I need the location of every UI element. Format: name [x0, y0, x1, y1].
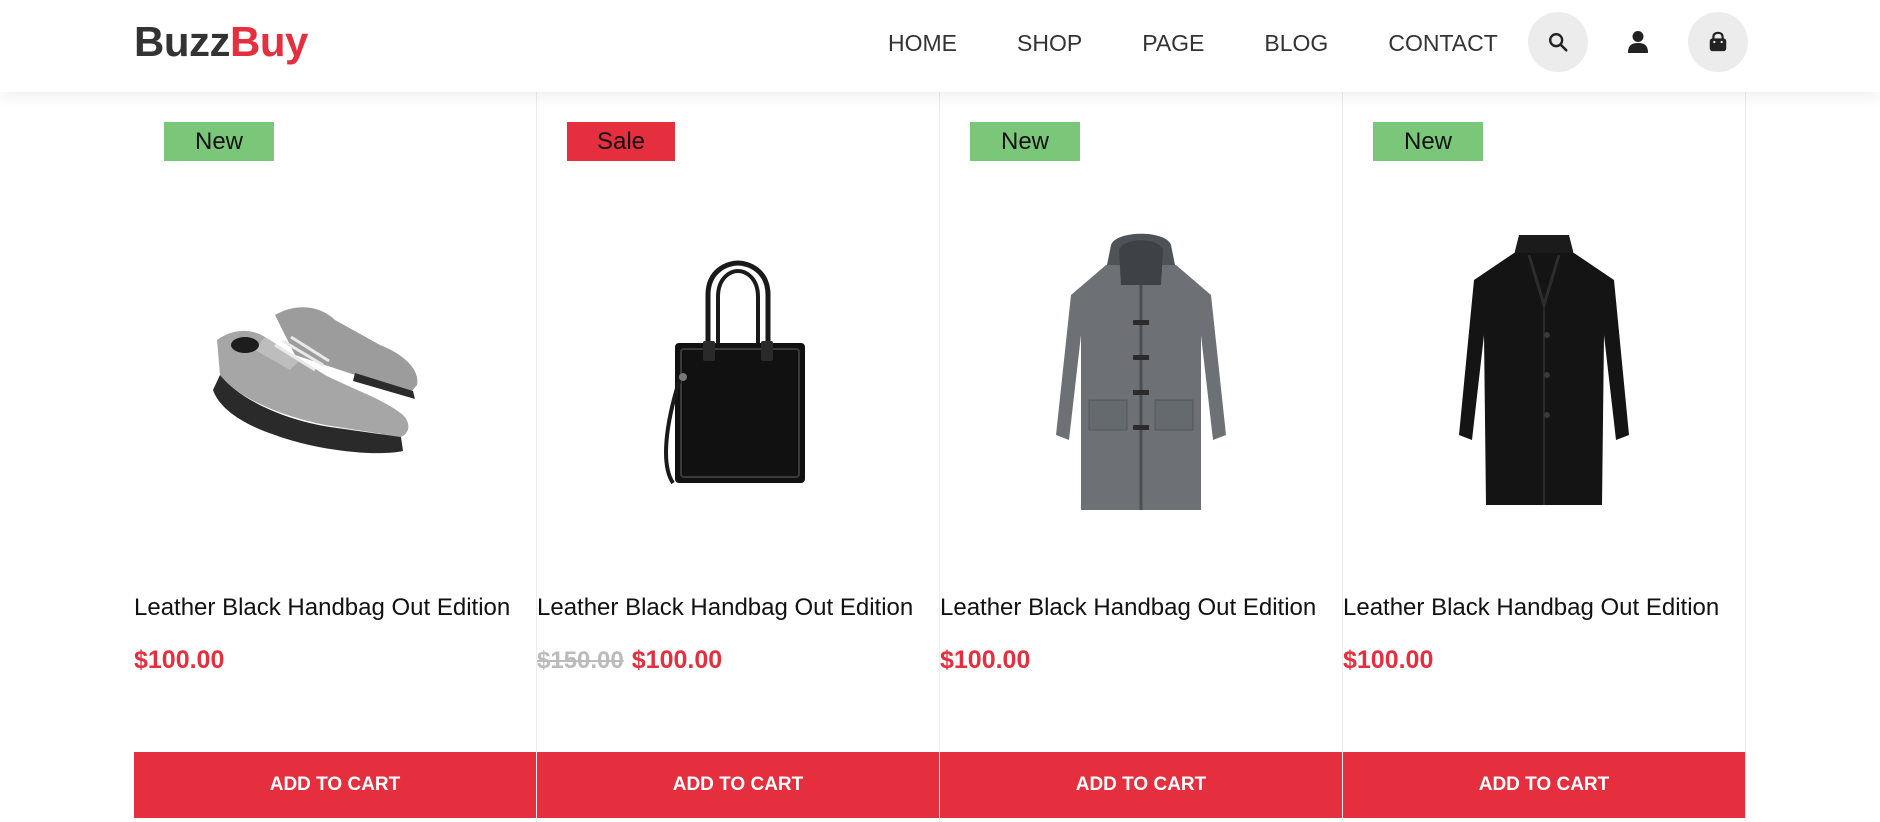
product-title[interactable]: Leather Black Handbag Out Edition	[537, 594, 913, 622]
badge-new: New	[1373, 122, 1483, 161]
product-price: $150.00 $100.00	[537, 646, 722, 675]
account-button[interactable]	[1608, 12, 1668, 72]
product-card[interactable]: New Leather Black Handbag Out Edition $1…	[134, 92, 537, 822]
product-price: $100.00	[134, 646, 224, 675]
shopping-bag-icon	[1709, 31, 1727, 52]
nav-blog[interactable]: BLOG	[1264, 30, 1328, 57]
add-to-cart-button[interactable]: ADD TO CART	[537, 752, 939, 818]
product-image[interactable]	[940, 170, 1342, 580]
product-title[interactable]: Leather Black Handbag Out Edition	[940, 594, 1316, 622]
header-actions	[1528, 12, 1748, 72]
cart-button[interactable]	[1688, 12, 1748, 72]
brand-logo[interactable]: BuzzBuy	[134, 18, 308, 66]
badge-new: New	[164, 122, 274, 161]
sneakers-image	[213, 307, 418, 454]
add-to-cart-button[interactable]: ADD TO CART	[134, 752, 536, 818]
overcoat-image	[1459, 235, 1629, 505]
search-icon	[1549, 33, 1568, 52]
search-button[interactable]	[1528, 12, 1588, 72]
add-to-cart-button[interactable]: ADD TO CART	[940, 752, 1342, 818]
current-price: $100.00	[134, 646, 225, 674]
product-title[interactable]: Leather Black Handbag Out Edition	[134, 594, 510, 622]
current-price: $100.00	[940, 646, 1031, 674]
current-price: $100.00	[1343, 646, 1434, 674]
product-image[interactable]	[537, 170, 939, 580]
product-card[interactable]: New Leather Black Handbag Out Edition $1…	[1343, 92, 1746, 822]
original-price: $150.00	[537, 647, 624, 674]
handbag-image	[664, 260, 805, 485]
nav-shop[interactable]: SHOP	[1017, 30, 1082, 57]
nav-home[interactable]: HOME	[888, 30, 957, 57]
product-image[interactable]	[134, 170, 536, 580]
product-price: $100.00	[940, 646, 1030, 675]
product-grid: New Leather Black Handbag Out Edition $1…	[134, 92, 1746, 822]
add-to-cart-button[interactable]: ADD TO CART	[1343, 752, 1745, 818]
brand-name-part1: Buzz	[134, 18, 231, 65]
site-header: BuzzBuy HOME SHOP PAGE BLOG CONTACT	[0, 0, 1880, 92]
duffle-coat-image	[1056, 233, 1226, 510]
main-nav: HOME SHOP PAGE BLOG CONTACT	[888, 30, 1498, 57]
current-price: $100.00	[631, 646, 723, 674]
badge-new: New	[970, 122, 1080, 161]
product-card[interactable]: Sale Leather Black Handbag Out Edition $…	[537, 92, 940, 822]
brand-name-part2: Buy	[230, 18, 308, 65]
user-icon	[1628, 31, 1648, 53]
product-card[interactable]: New Leather Black Handbag Out Edition $1…	[940, 92, 1343, 822]
nav-contact[interactable]: CONTACT	[1388, 30, 1497, 57]
nav-page[interactable]: PAGE	[1142, 30, 1204, 57]
product-price: $100.00	[1343, 646, 1433, 675]
product-title[interactable]: Leather Black Handbag Out Edition	[1343, 594, 1719, 622]
badge-sale: Sale	[567, 122, 675, 161]
product-image[interactable]	[1343, 170, 1745, 580]
